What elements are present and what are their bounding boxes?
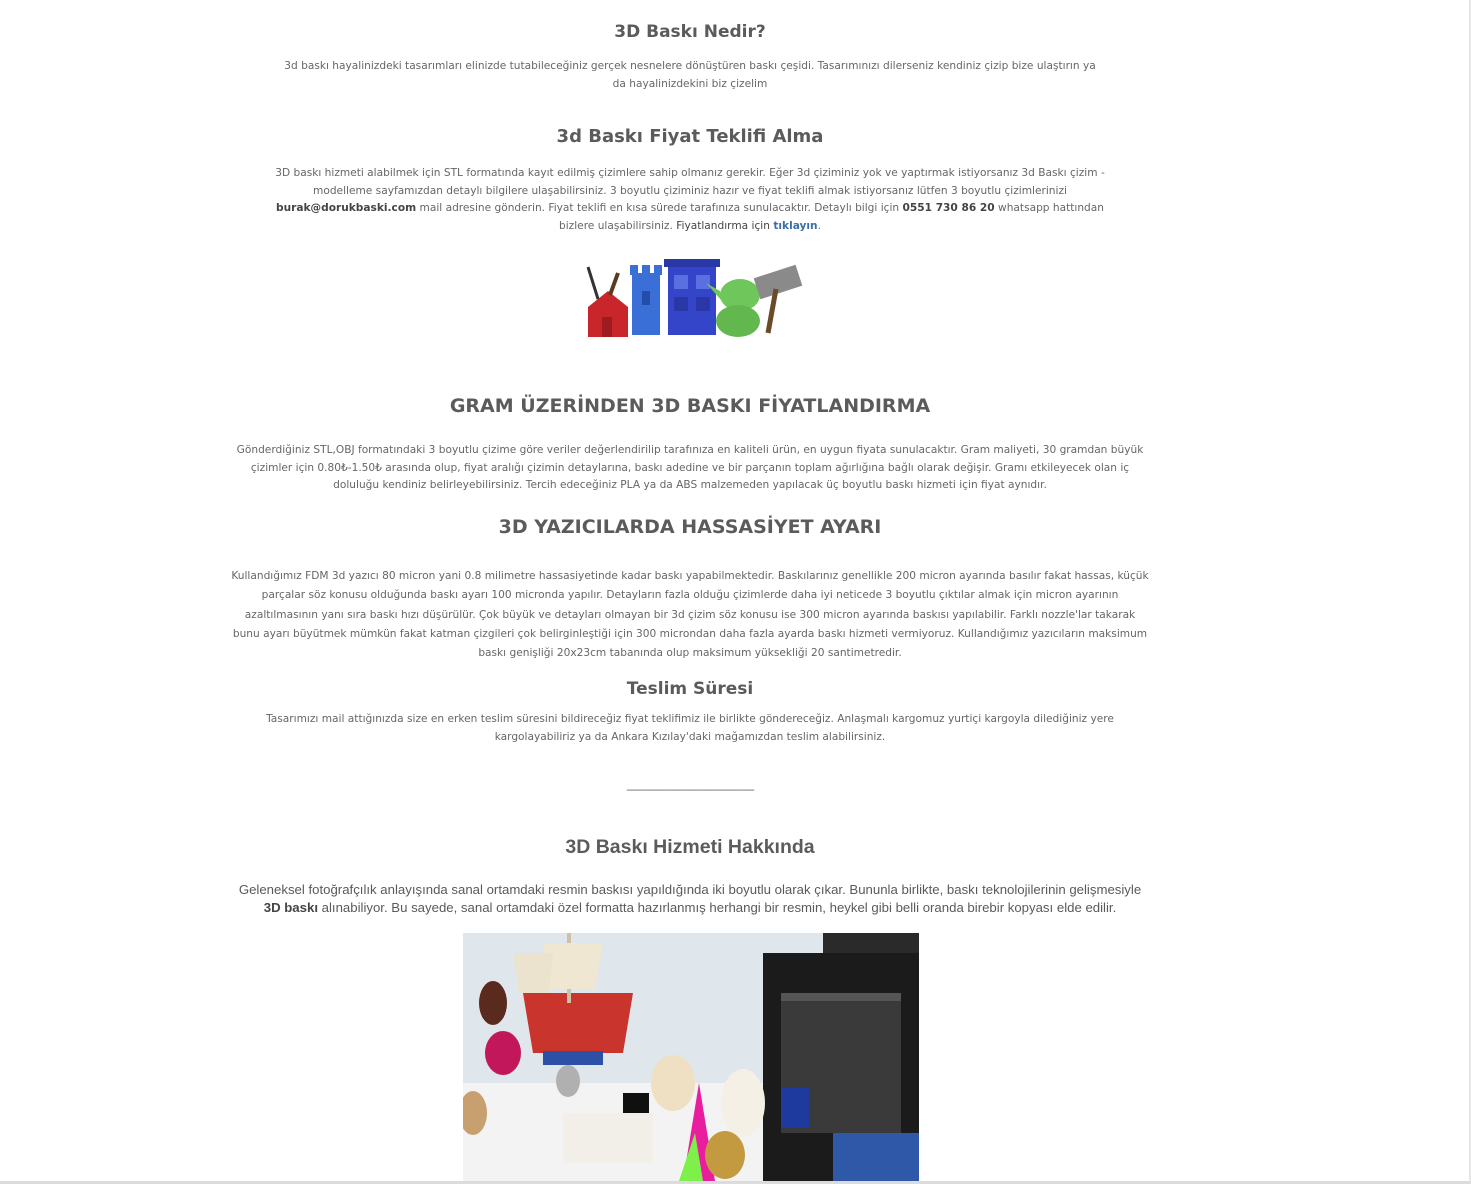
highlight-3d-printing: 3D baskı (263, 899, 318, 915)
contact-phone: 0551 730 86 20 (902, 202, 995, 214)
section-what-is-3d-printing: 3D Baskı Nedir? 3d baskı hayalinizdeki t… (230, 22, 1150, 93)
section-delivery-time: Teslim Süresi Tasarımızı mail attığınızd… (230, 679, 1150, 746)
section-precision-setting: 3D YAZICILARDA HASSASİYET AYARI Kullandı… (230, 516, 1150, 663)
section-title: 3D Baskı Hizmeti Hakkında (565, 836, 815, 858)
text-divider: ----------------------------------------… (626, 783, 755, 796)
text-part: mail adresine gönderin. Fiyat teklifi en… (416, 202, 903, 214)
section-title: 3d Baskı Fiyat Teklifi Alma (556, 126, 824, 147)
section-text: Gönderdiğiniz STL,OBJ formatındaki 3 boy… (236, 444, 1144, 491)
printed-models-photo (463, 933, 919, 1181)
section-text: 3D baskı hizmeti alabilmek için STL form… (270, 165, 1110, 235)
section-title: 3D YAZICILARDA HASSASİYET AYARI (498, 516, 882, 538)
section-text: 3d baskı hayalinizdeki tasarımları elini… (284, 60, 1096, 90)
section-title: GRAM ÜZERİNDEN 3D BASKI FİYATLANDIRMA (449, 395, 931, 417)
text-part: alınabiliyor. Bu sayede, sanal ortamdaki… (317, 899, 1117, 915)
text-part: Geleneksel fotoğrafçılık anlayışında san… (238, 882, 1142, 897)
contact-email: burak@dorukbaski.com (275, 202, 417, 214)
pricing-prefix: Fiyatlandırma için (676, 219, 774, 232)
section-price-quote: 3d Baskı Fiyat Teklifi Alma 3D baskı hiz… (230, 126, 1150, 235)
section-gram-pricing: GRAM ÜZERİNDEN 3D BASKI FİYATLANDIRMA Gö… (230, 395, 1150, 495)
printed-objects-image (580, 255, 805, 345)
section-title: Teslim Süresi (626, 679, 754, 699)
section-text: Geleneksel fotoğrafçılık anlayışında san… (230, 881, 1150, 916)
section-title: 3D Baskı Nedir? (614, 22, 766, 42)
link-suffix: . (817, 219, 821, 232)
section-text: Tasarımızı mail attığınızda size en erke… (266, 713, 1114, 743)
section-about-service: 3D Baskı Hizmeti Hakkında Geleneksel fot… (230, 836, 1150, 916)
text-part: 3D baskı hizmeti alabilmek için STL form… (275, 167, 1105, 197)
section-text: Kullandığımız FDM 3d yazıcı 80 micron ya… (231, 570, 1149, 660)
pricing-link[interactable]: tıklayın (773, 220, 817, 232)
